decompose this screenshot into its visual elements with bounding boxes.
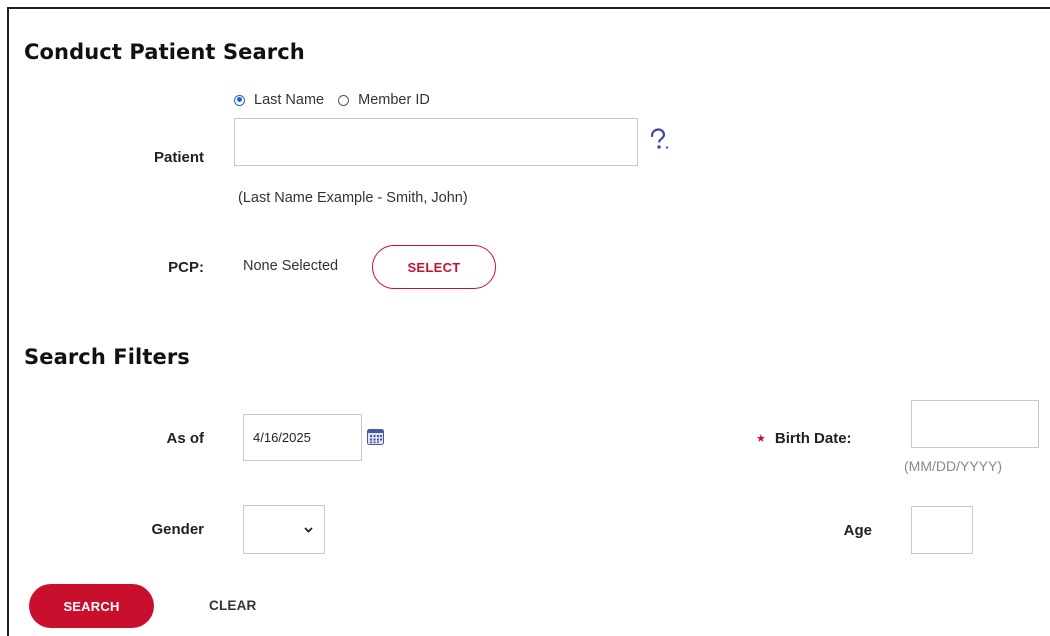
radio-last-name[interactable] [234, 94, 245, 106]
patient-example-text: (Last Name Example - Smith, John) [238, 190, 468, 206]
age-input[interactable] [911, 506, 973, 554]
section-title-search-filters: Search Filters [24, 345, 190, 369]
required-star-icon: ★ [756, 433, 766, 445]
help-icon-glyph [650, 128, 669, 149]
birth-date-label: Birth Date: [774, 430, 852, 447]
birth-date-input[interactable] [911, 400, 1039, 448]
birth-date-label-group: ★ Birth Date: [756, 430, 852, 447]
select-pcp-button[interactable]: SELECT [372, 245, 496, 289]
clear-button[interactable]: CLEAR [209, 598, 257, 613]
as-of-date-input[interactable] [243, 414, 362, 461]
pcp-value: None Selected [243, 258, 339, 274]
search-button[interactable]: SEARCH [29, 584, 154, 628]
page-frame [7, 7, 1050, 636]
gender-select[interactable] [243, 505, 325, 554]
radio-last-name-label[interactable]: Last Name [254, 92, 324, 108]
search-type-radio-group: Last Name Member ID [234, 92, 430, 108]
pcp-label: PCP: [168, 259, 204, 276]
radio-member-id[interactable] [338, 94, 350, 106]
help-icon[interactable] [647, 128, 671, 156]
birth-date-format-hint: (MM/DD/YYYY) [904, 458, 1002, 474]
section-title-conduct-patient-search: Conduct Patient Search [24, 40, 305, 64]
as-of-label: As of [166, 430, 205, 447]
radio-member-id-label[interactable]: Member ID [358, 92, 430, 108]
calendar-icon-glyph [367, 429, 384, 445]
age-label: Age [843, 522, 872, 539]
gender-label: Gender [151, 521, 204, 538]
calendar-icon[interactable] [367, 428, 384, 450]
patient-label: Patient [153, 149, 204, 166]
chevron-down-icon [304, 526, 313, 533]
patient-search-input[interactable] [234, 118, 638, 166]
